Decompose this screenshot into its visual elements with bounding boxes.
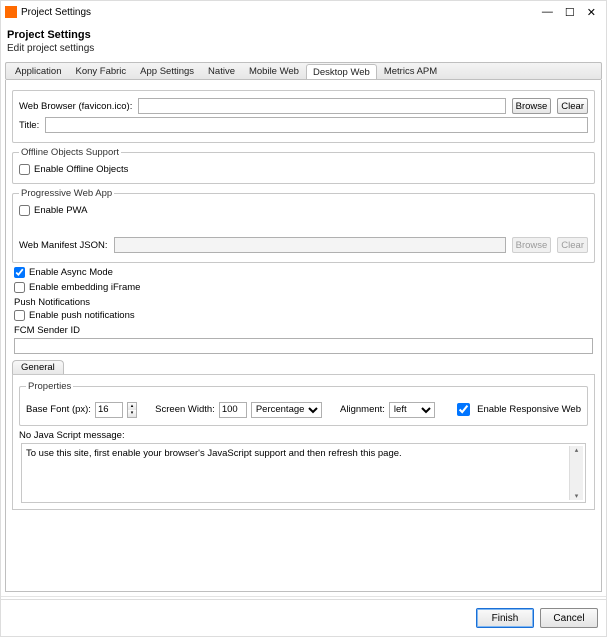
- tab-metrics-apm[interactable]: Metrics APM: [377, 63, 444, 79]
- enable-iframe-label: Enable embedding iFrame: [29, 282, 140, 293]
- page-title: Project Settings: [7, 29, 598, 41]
- favicon-title-section: Web Browser (favicon.ico): Browse Clear …: [12, 90, 595, 143]
- pwa-legend: Progressive Web App: [19, 188, 114, 199]
- manifest-browse: Browse: [512, 237, 552, 253]
- enable-push-label: Enable push notifications: [29, 310, 135, 321]
- basefont-stepper[interactable]: ▴▾: [127, 402, 137, 418]
- header: Project Settings Edit project settings: [1, 23, 606, 58]
- footer: Finish Cancel: [1, 599, 606, 636]
- nojs-scrollbar[interactable]: [569, 446, 583, 500]
- finish-button[interactable]: Finish: [476, 608, 534, 628]
- fcm-input[interactable]: [14, 338, 593, 354]
- tabstrip: Application Kony Fabric App Settings Nat…: [5, 62, 602, 80]
- enable-async-label: Enable Async Mode: [29, 267, 113, 278]
- responsive-label: Enable Responsive Web: [477, 404, 581, 415]
- properties-legend: Properties: [26, 381, 73, 392]
- tab-app-settings[interactable]: App Settings: [133, 63, 201, 79]
- screenwidth-input[interactable]: [219, 402, 247, 418]
- alignment-select[interactable]: left: [389, 402, 435, 418]
- enable-push-checkbox[interactable]: [14, 310, 25, 321]
- general-tab[interactable]: General: [12, 360, 64, 374]
- properties-section: Properties Base Font (px): ▴▾ Screen Wid…: [19, 381, 588, 426]
- tab-panel: Web Browser (favicon.ico): Browse Clear …: [5, 80, 602, 592]
- minimize-icon[interactable]: —: [542, 6, 553, 19]
- tab-mobile-web[interactable]: Mobile Web: [242, 63, 306, 79]
- enable-offline-label: Enable Offline Objects: [34, 164, 128, 175]
- maximize-icon[interactable]: ☐: [565, 6, 575, 19]
- fcm-label: FCM Sender ID: [14, 325, 593, 336]
- general-panel: Properties Base Font (px): ▴▾ Screen Wid…: [12, 374, 595, 510]
- tab-desktop-web[interactable]: Desktop Web: [306, 64, 377, 80]
- close-icon[interactable]: ✕: [587, 6, 596, 19]
- enable-pwa-checkbox[interactable]: [19, 205, 30, 216]
- title-input[interactable]: [45, 117, 588, 133]
- titlebar: Project Settings — ☐ ✕: [1, 1, 606, 23]
- responsive-checkbox[interactable]: [457, 403, 470, 416]
- tab-application[interactable]: Application: [8, 63, 68, 79]
- screenwidth-unit[interactable]: Percentage: [251, 402, 322, 418]
- web-browser-input[interactable]: [138, 98, 505, 114]
- nojs-label: No Java Script message:: [19, 430, 584, 441]
- alignment-label: Alignment:: [340, 404, 385, 415]
- basefont-input[interactable]: [95, 402, 123, 418]
- web-browser-clear[interactable]: Clear: [557, 98, 588, 114]
- web-browser-label: Web Browser (favicon.ico):: [19, 101, 132, 112]
- push-label: Push Notifications: [14, 297, 593, 308]
- manifest-label: Web Manifest JSON:: [19, 240, 108, 251]
- cancel-button[interactable]: Cancel: [540, 608, 598, 628]
- tab-kony-fabric[interactable]: Kony Fabric: [68, 63, 133, 79]
- offline-legend: Offline Objects Support: [19, 147, 121, 158]
- tab-native[interactable]: Native: [201, 63, 242, 79]
- offline-section: Offline Objects Support Enable Offline O…: [12, 147, 595, 184]
- title-label: Title:: [19, 120, 39, 131]
- enable-offline-checkbox[interactable]: [19, 164, 30, 175]
- enable-pwa-label: Enable PWA: [34, 205, 88, 216]
- page-subtitle: Edit project settings: [7, 43, 598, 54]
- nojs-textarea[interactable]: [24, 446, 569, 500]
- web-browser-browse[interactable]: Browse: [512, 98, 552, 114]
- app-icon: [5, 6, 17, 18]
- screenwidth-label: Screen Width:: [155, 404, 215, 415]
- manifest-input: [114, 237, 506, 253]
- enable-iframe-checkbox[interactable]: [14, 282, 25, 293]
- pwa-section: Progressive Web App Enable PWA Web Manif…: [12, 188, 595, 263]
- basefont-label: Base Font (px):: [26, 404, 91, 415]
- window-title: Project Settings: [21, 7, 538, 18]
- manifest-clear: Clear: [557, 237, 588, 253]
- enable-async-checkbox[interactable]: [14, 267, 25, 278]
